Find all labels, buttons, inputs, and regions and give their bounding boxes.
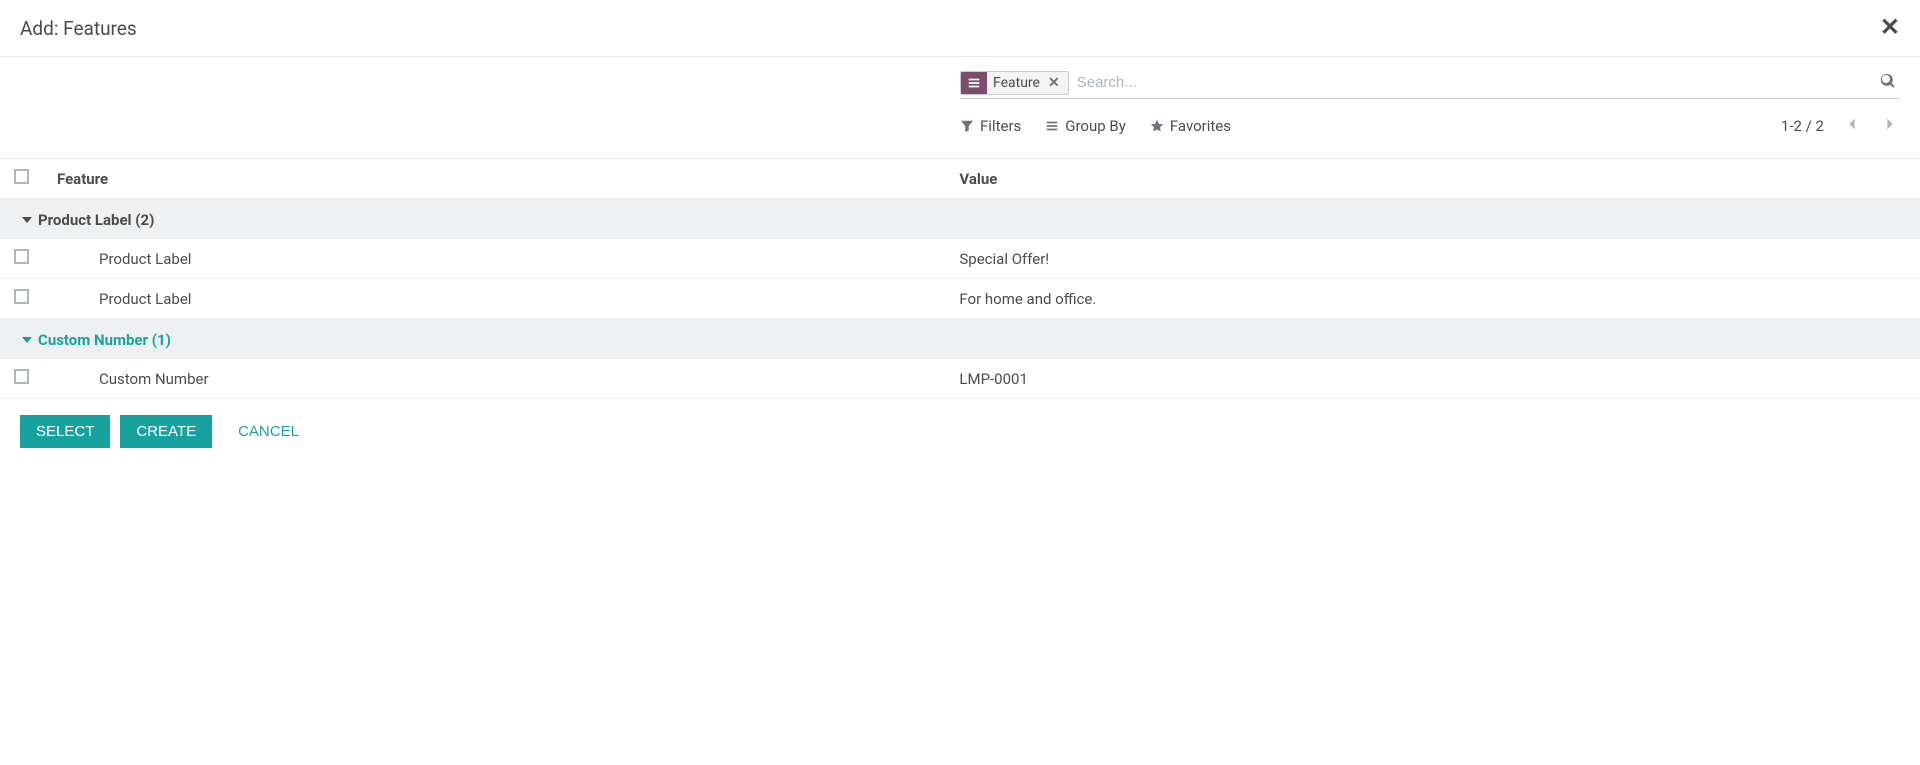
search-input[interactable] bbox=[1069, 70, 1876, 95]
cell-value: Special Offer! bbox=[945, 239, 1920, 279]
caret-down-icon bbox=[22, 337, 32, 343]
search-icon bbox=[1880, 73, 1896, 89]
table-row[interactable]: Custom NumberLMP-0001 bbox=[0, 359, 1920, 399]
caret-down-icon bbox=[22, 217, 32, 223]
row-checkbox[interactable] bbox=[14, 369, 29, 384]
cell-feature: Product Label bbox=[43, 239, 945, 279]
toolbar-right: 1-2 / 2 bbox=[1781, 113, 1900, 138]
pager-text: 1-2 / 2 bbox=[1781, 117, 1824, 135]
modal-header: Add: Features ✕ bbox=[0, 0, 1920, 57]
row-checkbox[interactable] bbox=[14, 289, 29, 304]
modal-footer: SELECT CREATE CANCEL bbox=[0, 399, 1920, 464]
pager-prev-button[interactable] bbox=[1842, 113, 1862, 138]
select-button[interactable]: SELECT bbox=[20, 415, 110, 448]
modal-title: Add: Features bbox=[20, 17, 137, 40]
select-all-checkbox[interactable] bbox=[14, 169, 29, 184]
table-row[interactable]: Product LabelSpecial Offer! bbox=[0, 239, 1920, 279]
groupby-label: Group By bbox=[1065, 117, 1126, 135]
table-header-row: Feature Value bbox=[0, 159, 1920, 199]
favorites-label: Favorites bbox=[1170, 117, 1231, 135]
star-icon bbox=[1150, 119, 1164, 133]
filter-icon bbox=[960, 119, 974, 133]
favorites-button[interactable]: Favorites bbox=[1150, 117, 1231, 135]
pager-next-button[interactable] bbox=[1880, 113, 1900, 138]
cancel-button[interactable]: CANCEL bbox=[222, 415, 315, 448]
close-icon: ✕ bbox=[1880, 14, 1900, 41]
group-label: Product Label (2) bbox=[38, 211, 154, 229]
cell-feature: Product Label bbox=[43, 279, 945, 319]
cell-value: For home and office. bbox=[945, 279, 1920, 319]
list-icon bbox=[1045, 119, 1059, 133]
toolbar-left: Filters Group By Favorites 1-2 / 2 bbox=[960, 113, 1900, 138]
group-toggle[interactable]: Product Label (2) bbox=[22, 211, 154, 229]
close-icon: ✕ bbox=[1048, 75, 1060, 91]
search-row: Feature ✕ bbox=[20, 69, 1900, 99]
column-header-value[interactable]: Value bbox=[945, 159, 1920, 199]
groupby-chip-remove[interactable]: ✕ bbox=[1046, 73, 1068, 93]
add-features-modal: Add: Features ✕ Feature ✕ bbox=[0, 0, 1920, 464]
chevron-right-icon bbox=[1884, 117, 1896, 131]
features-table: Feature Value Product Label (2)Product L… bbox=[0, 158, 1920, 399]
group-toggle[interactable]: Custom Number (1) bbox=[22, 331, 171, 349]
groupby-button[interactable]: Group By bbox=[1045, 117, 1126, 135]
toolbar-row: Filters Group By Favorites 1-2 / 2 bbox=[20, 99, 1900, 150]
groupby-chip: Feature ✕ bbox=[960, 71, 1069, 95]
row-checkbox[interactable] bbox=[14, 249, 29, 264]
chevron-left-icon bbox=[1846, 117, 1858, 131]
table-row[interactable]: Product LabelFor home and office. bbox=[0, 279, 1920, 319]
search-container: Feature ✕ bbox=[960, 69, 1900, 99]
groupby-chip-label: Feature bbox=[987, 73, 1046, 93]
cell-value: LMP-0001 bbox=[945, 359, 1920, 399]
list-icon bbox=[961, 72, 987, 94]
filters-button[interactable]: Filters bbox=[960, 117, 1021, 135]
search-button[interactable] bbox=[1876, 69, 1900, 96]
table-body: Product Label (2) Product LabelSpecial Of… bbox=[0, 199, 1920, 399]
header-checkbox-cell bbox=[0, 159, 43, 199]
create-button[interactable]: CREATE bbox=[120, 415, 212, 448]
cell-feature: Custom Number bbox=[43, 359, 945, 399]
column-header-feature[interactable]: Feature bbox=[43, 159, 945, 199]
close-button[interactable]: ✕ bbox=[1880, 16, 1900, 40]
group-row[interactable]: Custom Number (1) bbox=[0, 319, 1920, 360]
group-row[interactable]: Product Label (2) bbox=[0, 199, 1920, 240]
group-label: Custom Number (1) bbox=[38, 331, 171, 349]
filters-label: Filters bbox=[980, 117, 1021, 135]
control-panel: Feature ✕ Filters Group B bbox=[0, 57, 1920, 150]
